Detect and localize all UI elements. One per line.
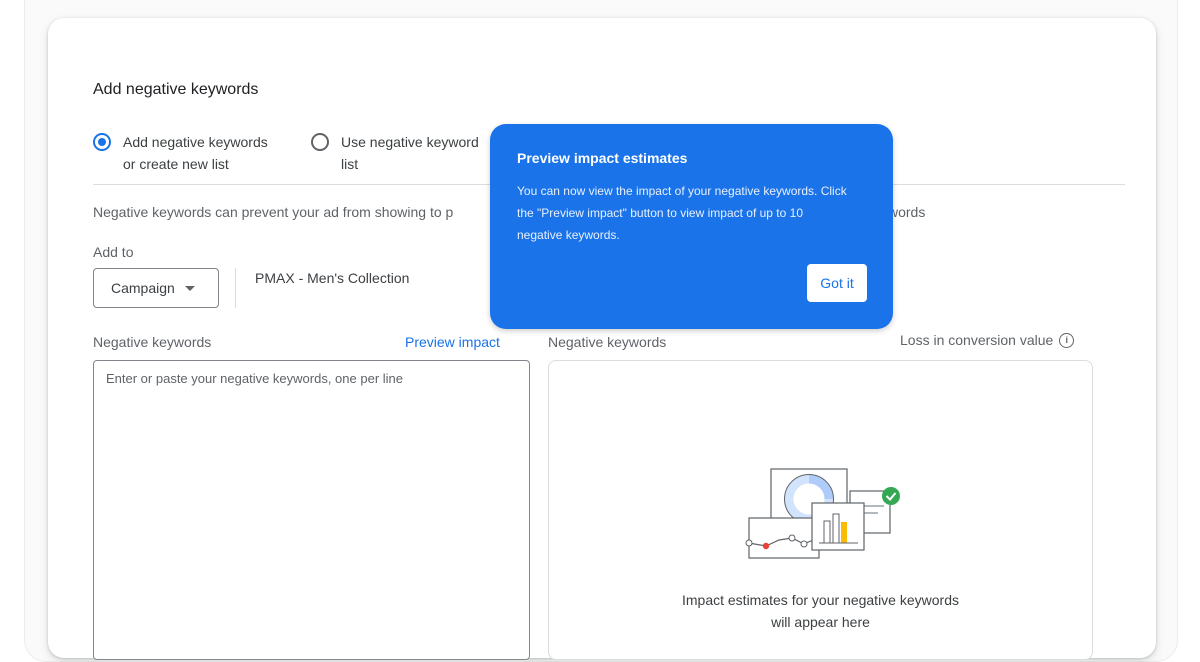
level-dropdown[interactable]: Campaign (93, 268, 219, 308)
vertical-divider (235, 268, 236, 308)
add-negative-keywords-dialog: Add negative keywords Add negative keywo… (48, 18, 1156, 660)
popover-title: Preview impact estimates (517, 150, 688, 166)
impact-results-panel: Impact estimates for your negative keywo… (548, 360, 1093, 660)
radio-label: Use negative keyword list (341, 134, 479, 172)
empty-state-message: Impact estimates for your negative keywo… (681, 592, 959, 630)
radio-use-keyword-list[interactable]: Use negative keyword list (311, 131, 479, 175)
description-text-tail: words (888, 204, 926, 220)
charts-illustration-icon (745, 468, 900, 559)
radio-add-or-create-list[interactable]: Add negative keywords or create new list (93, 131, 268, 175)
loss-in-conversion-value-label: Loss in conversion value i (900, 332, 1075, 348)
radio-unchecked-icon (311, 133, 329, 151)
info-icon[interactable]: i (1059, 332, 1075, 348)
preview-impact-popover: Preview impact estimates You can now vie… (490, 124, 893, 329)
got-it-button[interactable]: Got it (807, 264, 867, 302)
loss-label-text: Loss in conversion value (900, 332, 1054, 348)
popover-body: You can now view the impact of your nega… (517, 184, 847, 242)
description-text: Negative keywords can prevent your ad fr… (93, 204, 454, 220)
radio-label: Add negative keywords or create new list (123, 134, 268, 172)
dialog-title: Add negative keywords (93, 81, 259, 98)
radio-checked-icon (93, 133, 111, 151)
negative-keywords-results-label: Negative keywords (548, 334, 667, 350)
caret-down-icon (184, 285, 195, 291)
add-to-label: Add to (93, 244, 134, 260)
dropdown-value: Campaign (111, 280, 175, 296)
preview-impact-link[interactable]: Preview impact (405, 334, 500, 350)
negative-keywords-input-label: Negative keywords (93, 334, 212, 350)
campaign-name: PMAX - Men's Collection (255, 270, 410, 286)
negative-keywords-textarea[interactable] (93, 360, 530, 660)
